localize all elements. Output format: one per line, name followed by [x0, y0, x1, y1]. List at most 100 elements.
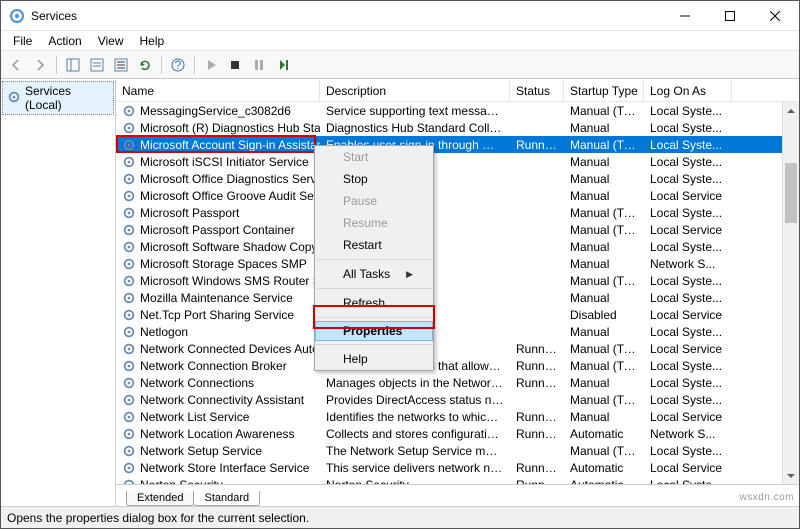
service-row[interactable]: Netlogonnnel between ...ManualLocal Syst… [116, 323, 782, 340]
service-startup: Manual (Trig... [564, 223, 644, 237]
service-row[interactable]: Net.Tcp Port Sharing Servicee TCP ports … [116, 306, 782, 323]
service-row[interactable]: Microsoft Passporton for crypto...Manual… [116, 204, 782, 221]
col-status[interactable]: Status [510, 80, 564, 101]
minimize-button[interactable] [662, 1, 707, 30]
ctx-properties[interactable]: Properties [315, 321, 433, 341]
service-desc: This service delivers network notifica..… [320, 461, 510, 475]
ctx-help[interactable]: Help [315, 348, 433, 370]
vertical-scrollbar[interactable] [782, 102, 799, 484]
restart-service-button[interactable] [272, 54, 294, 76]
refresh-button[interactable] [134, 54, 156, 76]
service-row[interactable]: Microsoft iSCSI Initiator Service(iSCSI)… [116, 153, 782, 170]
gear-icon [122, 461, 136, 475]
service-row[interactable]: Mozilla Maintenance Servicece Service en… [116, 289, 782, 306]
ctx-stop[interactable]: Stop [315, 168, 433, 190]
tab-extended[interactable]: Extended [126, 491, 194, 506]
export-list-button[interactable] [110, 54, 132, 76]
statusbar-text: Opens the properties dialog box for the … [7, 511, 309, 525]
service-row[interactable]: Network Store Interface Service This serv… [116, 459, 782, 476]
service-name: Microsoft (R) Diagnostics Hub Stand... [140, 121, 320, 135]
maximize-button[interactable] [707, 1, 752, 30]
service-startup: Manual (Trig... [564, 444, 644, 458]
service-row[interactable]: Microsoft Account Sign-in AssistantEnabl… [116, 136, 782, 153]
sidebar: Services (Local) [1, 80, 116, 506]
tab-standard[interactable]: Standard [193, 491, 260, 506]
service-list[interactable]: MessagingService_c3082d6Service supporti… [116, 102, 782, 484]
properties-button[interactable] [86, 54, 108, 76]
close-button[interactable] [752, 1, 797, 30]
gear-icon [122, 274, 136, 288]
service-logon: Local Service [644, 410, 732, 424]
service-row[interactable]: Network Setup ServiceThe Network Setup S… [116, 442, 782, 459]
service-logon: Local Syste... [644, 104, 732, 118]
toolbar: ? [1, 51, 799, 79]
service-name: Network Store Interface Service [140, 461, 309, 475]
service-row[interactable]: Microsoft Office Groove Audit ServManual… [116, 187, 782, 204]
statusbar: Opens the properties dialog box for the … [1, 506, 799, 528]
service-name: Microsoft Passport [140, 206, 239, 220]
service-name: Microsoft Account Sign-in Assistant [140, 138, 320, 152]
ctx-all-tasks[interactable]: All Tasks▶ [315, 263, 433, 285]
service-logon: Local Syste... [644, 121, 732, 135]
service-row[interactable]: Network Connected Devices Auto-vices Aut… [116, 340, 782, 357]
ctx-refresh[interactable]: Refresh [315, 292, 433, 314]
service-logon: Network S... [644, 427, 732, 441]
menubar: File Action View Help [1, 31, 799, 51]
show-hide-tree-button[interactable] [62, 54, 84, 76]
service-row[interactable]: MessagingService_c3082d6Service supporti… [116, 102, 782, 119]
service-desc: Service supporting text messaging a... [320, 104, 510, 118]
service-row[interactable]: Network ConnectionsManages objects in th… [116, 374, 782, 391]
scroll-down-button[interactable] [783, 467, 799, 484]
service-row[interactable]: Network List ServiceIdentifies the netwo… [116, 408, 782, 425]
ctx-start: Start [315, 146, 433, 168]
service-desc: Identifies the networks to which the ... [320, 410, 510, 424]
service-desc: Collects and stores configuration inf... [320, 427, 510, 441]
service-row[interactable]: Microsoft Storage Spaces SMProsoft Stora… [116, 255, 782, 272]
gear-icon [122, 240, 136, 254]
stop-service-button[interactable] [224, 54, 246, 76]
sidebar-node-services-local[interactable]: Services (Local) [2, 81, 114, 115]
service-startup: Manual [564, 257, 644, 271]
gear-icon [122, 376, 136, 390]
service-desc: Manages objects in the Network and... [320, 376, 510, 390]
menu-action[interactable]: Action [40, 33, 89, 49]
gear-icon [122, 189, 136, 203]
service-status: Running [510, 461, 564, 475]
service-row[interactable]: Microsoft Passport Containerntity keys u… [116, 221, 782, 238]
menu-help[interactable]: Help [132, 33, 173, 49]
service-row[interactable]: Microsoft Windows SMS Router Serd on rul… [116, 272, 782, 289]
col-logon-as[interactable]: Log On As [644, 80, 732, 101]
service-logon: Local Service [644, 223, 732, 237]
service-name: Network Connection Broker [140, 359, 287, 373]
menu-file[interactable]: File [5, 33, 40, 49]
service-startup: Manual [564, 376, 644, 390]
service-name: Microsoft Office Diagnostics Servic [140, 172, 320, 186]
service-startup: Manual [564, 172, 644, 186]
service-row[interactable]: Network Connectivity AssistantProvides D… [116, 391, 782, 408]
col-name[interactable]: Name [116, 80, 320, 101]
service-logon: Local Service [644, 461, 732, 475]
service-logon: Local Syste... [644, 155, 732, 169]
sidebar-node-label: Services (Local) [25, 84, 109, 112]
service-name: Network Connected Devices Auto- [140, 342, 320, 356]
col-startup-type[interactable]: Startup Type [564, 80, 644, 101]
service-startup: Automatic [564, 478, 644, 485]
col-description[interactable]: Description [320, 80, 510, 101]
service-row[interactable]: Network Connection BrokerBrokers connect… [116, 357, 782, 374]
help-button[interactable]: ? [167, 54, 189, 76]
service-logon: Local Syste... [644, 240, 732, 254]
service-row[interactable]: Microsoft Office Diagnostics Servicsoft … [116, 170, 782, 187]
ctx-restart[interactable]: Restart [315, 234, 433, 256]
menu-view[interactable]: View [90, 33, 132, 49]
gear-icon [122, 410, 136, 424]
scroll-up-button[interactable] [783, 102, 799, 119]
service-row[interactable]: Norton SecurityNorton SecurityRunningAut… [116, 476, 782, 484]
gear-icon [122, 155, 136, 169]
service-row[interactable]: Microsoft (R) Diagnostics Hub Stand...Di… [116, 119, 782, 136]
service-row[interactable]: Network Location AwarenessCollects and s… [116, 425, 782, 442]
service-row[interactable]: Microsoft Software Shadow Copy Ped volum… [116, 238, 782, 255]
scroll-thumb[interactable] [785, 163, 797, 223]
service-logon: Local Syste... [644, 172, 732, 186]
service-name: Microsoft Office Groove Audit Serv [140, 189, 320, 203]
service-status: Running [510, 410, 564, 424]
